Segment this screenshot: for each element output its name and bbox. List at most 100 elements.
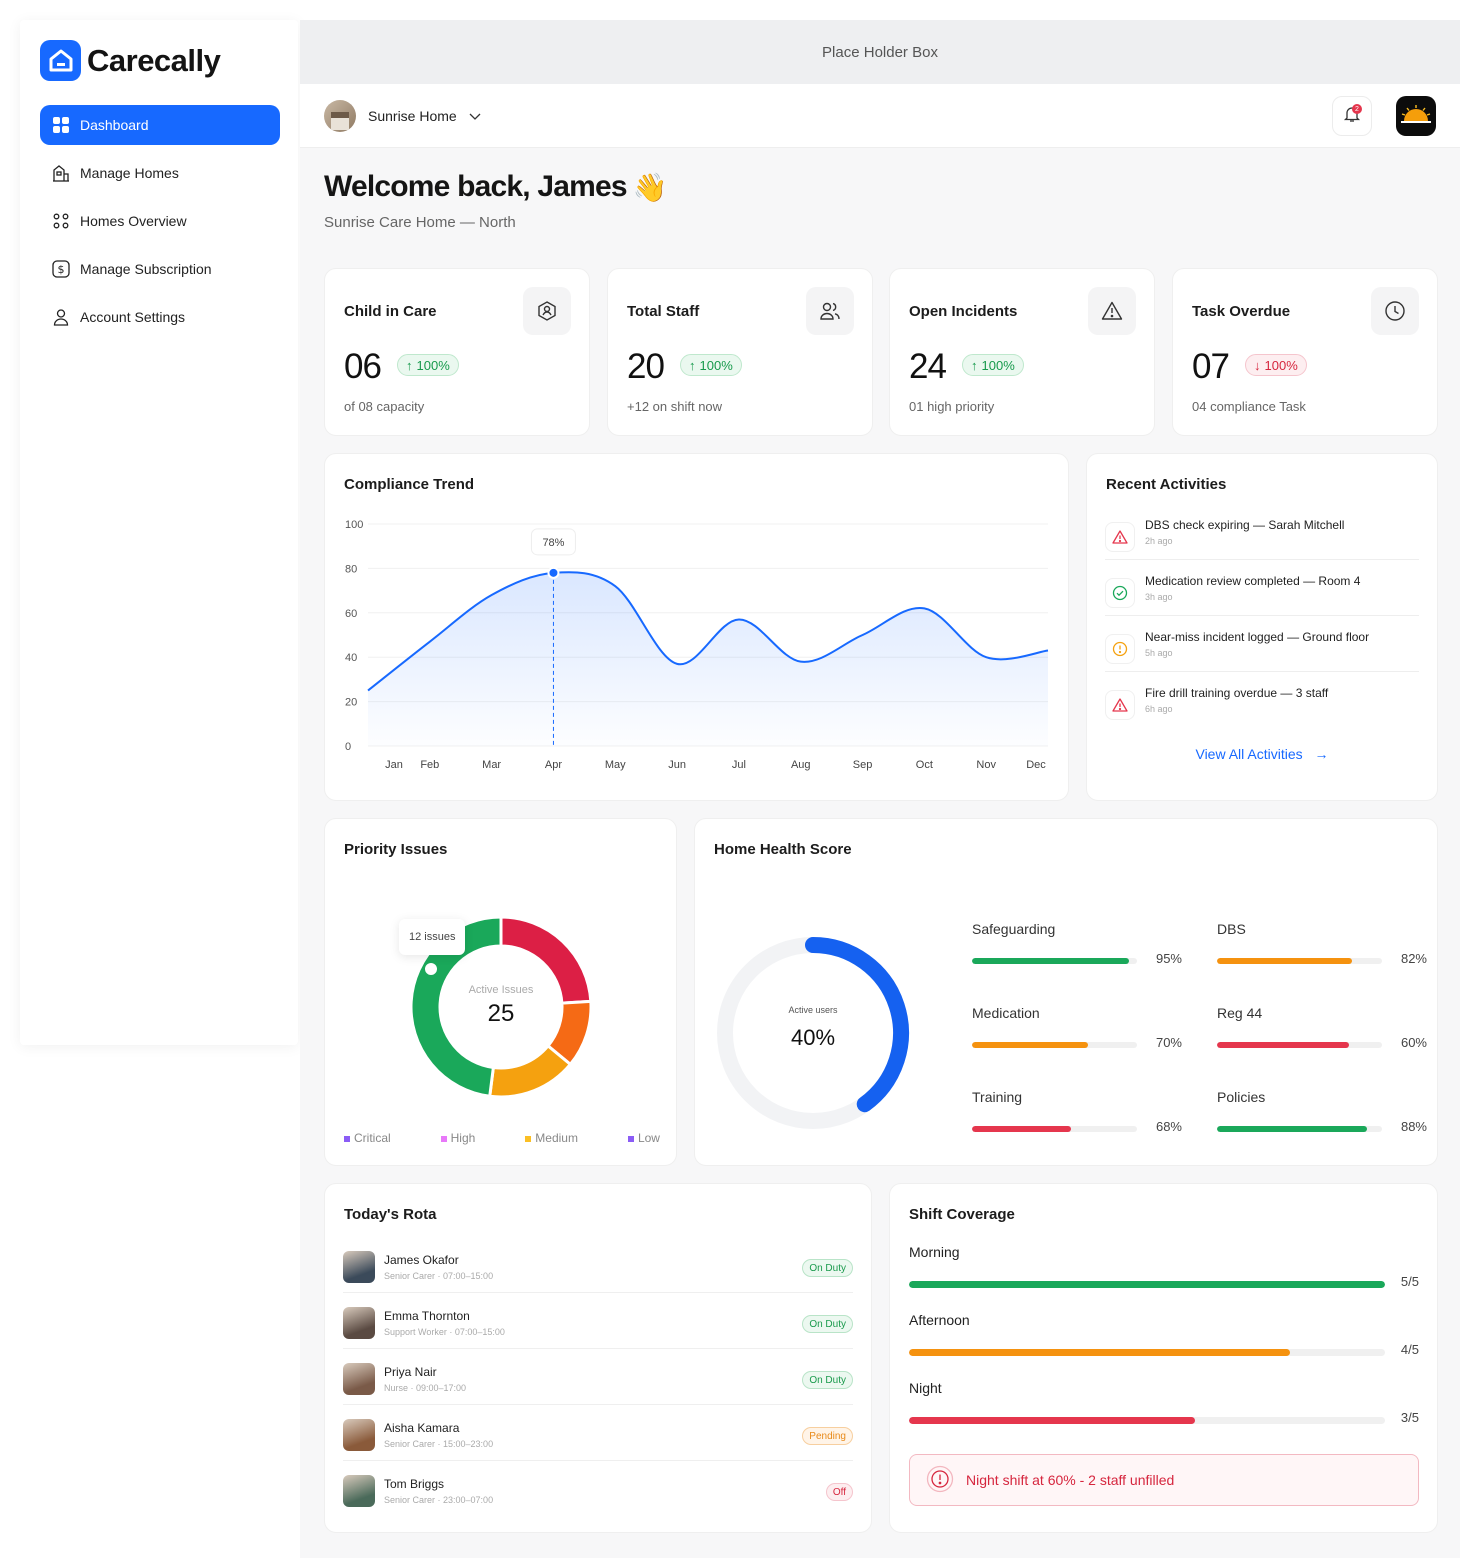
shift-fill (909, 1349, 1290, 1356)
stat-change-badge: ↑ 100% (397, 354, 459, 376)
stat-title: Open Incidents (909, 303, 1018, 320)
compliance-trend-chart[interactable]: 0 20 40 60 80 100 Jan Feb Mar Apr May Jun Jul Aug Sep… (325, 454, 1070, 802)
activity-time: 5h ago (1145, 648, 1173, 658)
rota-row[interactable]: Aisha Kamara Senior Carer · 15:00–23:00 Pe… (343, 1415, 853, 1461)
brand-logo[interactable]: Carecally (40, 40, 221, 81)
legend-label: Low (637, 1131, 660, 1145)
stat-value: 20 (627, 347, 665, 386)
stat-card-child-in-care[interactable]: Child in Care 06 ↑ 100% of 08 capacity (324, 268, 590, 436)
shift-row-afternoon: Afternoon 4/5 (909, 1312, 1419, 1357)
stat-card-open-incidents[interactable]: Open Incidents 24 ↑ 100% 01 high priority (889, 268, 1155, 436)
priority-issues-donut[interactable] (325, 819, 678, 1119)
donut-marker (423, 961, 439, 977)
child-icon (523, 287, 571, 335)
rota-row[interactable]: Tom Briggs Senior Carer · 23:00–07:00 Off (343, 1471, 853, 1517)
svg-text:$: $ (58, 263, 65, 276)
welcome-title: Welcome back, James (324, 170, 628, 203)
activity-item[interactable]: Fire drill training overdue — 3 staff 6h… (1105, 682, 1419, 728)
sidebar-item-homes-overview[interactable]: Homes Overview (40, 201, 280, 241)
rota-row[interactable]: Priya Nair Nurse · 09:00–17:00 On Duty (343, 1359, 853, 1405)
avatar (343, 1251, 375, 1283)
x-tick-label: Nov (976, 759, 996, 771)
sidebar-item-dashboard[interactable]: Dashboard (40, 105, 280, 145)
tooltip-text: 78% (542, 537, 564, 549)
legend-item-low: Low (627, 1131, 660, 1145)
sidebar-item-label: Homes Overview (80, 213, 187, 229)
rota-row[interactable]: Emma Thornton Support Worker · 07:00–15:0… (343, 1303, 853, 1349)
trend-area (368, 572, 1048, 746)
alert-circle-icon (926, 1465, 954, 1496)
stat-title: Task Overdue (1192, 303, 1291, 320)
grid-icon (52, 116, 70, 134)
activity-time: 2h ago (1145, 536, 1173, 546)
shift-track (909, 1281, 1385, 1288)
metric-label: DBS (1217, 921, 1246, 937)
shift-row-night: Night 3/5 (909, 1380, 1419, 1425)
shift-coverage-card: Shift Coverage Morning 5/5 Afternoon 4/5… (889, 1183, 1438, 1533)
sidebar-item-account-settings[interactable]: Account Settings (40, 297, 280, 337)
metric-pct: 82% (1400, 951, 1427, 966)
staff-role: Support Worker · 07:00–15:00 (384, 1327, 505, 1337)
rota-title: Today's Rota (344, 1206, 437, 1223)
metric-label: Medication (972, 1005, 1040, 1021)
stat-change-badge: ↓ 100% (1245, 354, 1307, 376)
user-icon (52, 308, 70, 326)
shift-value: 4/5 (1400, 1342, 1419, 1357)
metric-label: Training (972, 1089, 1023, 1105)
metric-pct: 68% (1155, 1119, 1182, 1134)
metric-track (1217, 1042, 1382, 1048)
shift-value: 5/5 (1400, 1274, 1419, 1289)
activity-time: 6h ago (1145, 704, 1173, 714)
view-all-label: View All Activities (1195, 746, 1303, 762)
x-tick-label: Aug (791, 759, 811, 771)
notification-button[interactable]: 2 (1332, 96, 1372, 136)
home-health-score-card: Home Health Score Active users 40% Safeg… (694, 818, 1438, 1166)
stat-subtext: of 08 capacity (344, 399, 425, 414)
warning-icon (1105, 690, 1135, 720)
sidebar-nav: Dashboard Manage Homes Homes Overview $ … (40, 105, 280, 345)
stat-value: 07 (1192, 347, 1230, 386)
avatar (343, 1363, 375, 1395)
stat-change-badge: ↑ 100% (962, 354, 1024, 376)
dollar-icon: $ (52, 260, 70, 278)
staff-name: Aisha Kamara (384, 1421, 460, 1435)
view-all-activities-link[interactable]: View All Activities → (1087, 746, 1437, 762)
legend-label: Critical (354, 1131, 391, 1145)
todays-rota-card: Today's Rota James Okafor Senior Carer · … (324, 1183, 872, 1533)
sidebar-item-manage-homes[interactable]: Manage Homes (40, 153, 280, 193)
x-tick-label: Mar (482, 759, 501, 771)
rota-row[interactable]: James Okafor Senior Carer · 07:00–15:00 On… (343, 1247, 853, 1293)
shift-row-morning: Morning 5/5 (909, 1244, 1419, 1289)
metric-pct: 70% (1155, 1035, 1182, 1050)
gauge-label: Active users (788, 1005, 838, 1015)
legend-swatch (440, 1135, 447, 1142)
wave-emoji: 👋 (632, 171, 668, 203)
metric-fill (1217, 1126, 1368, 1132)
avatar (343, 1307, 375, 1339)
activity-item[interactable]: DBS check expiring — Sarah Mitchell 2h a… (1105, 514, 1419, 560)
metric-track (972, 1042, 1137, 1048)
sidebar-item-manage-subscription[interactable]: $ Manage Subscription (40, 249, 280, 289)
welcome-section: Welcome back, James 👋 Sunrise Care Home … (324, 170, 668, 231)
stat-card-task-overdue[interactable]: Task Overdue 07 ↓ 100% 04 compliance Task (1172, 268, 1438, 436)
night-shift-alert[interactable]: Night shift at 60% - 2 staff unfilled (909, 1454, 1419, 1506)
stat-card-total-staff[interactable]: Total Staff 20 ↑ 100% +12 on shift now (607, 268, 873, 436)
shift-label: Afternoon (909, 1312, 970, 1328)
alert-text: Night shift at 60% - 2 staff unfilled (966, 1472, 1175, 1488)
stat-subtext: +12 on shift now (627, 399, 723, 414)
activity-text: Fire drill training overdue — 3 staff (1145, 686, 1329, 700)
metric-pct: 60% (1400, 1035, 1427, 1050)
placeholder-box: Place Holder Box (300, 20, 1460, 84)
health-metric-reg44: Reg 44 60% (1217, 1005, 1427, 1050)
y-tick-label: 40 (345, 652, 357, 664)
activity-item[interactable]: Medication review completed — Room 4 3h … (1105, 570, 1419, 616)
avatar (343, 1475, 375, 1507)
sunrise-logo-icon (1401, 104, 1431, 129)
home-selector[interactable]: Sunrise Home (324, 100, 481, 132)
arrow-up-icon: ↑ (406, 357, 413, 373)
donut-legend: Critical High Medium Low (344, 1131, 660, 1145)
x-tick-label: Sep (853, 759, 873, 771)
profile-avatar[interactable] (1396, 96, 1436, 136)
activity-item[interactable]: Near-miss incident logged — Ground floor… (1105, 626, 1419, 672)
highlight-point (547, 566, 560, 579)
